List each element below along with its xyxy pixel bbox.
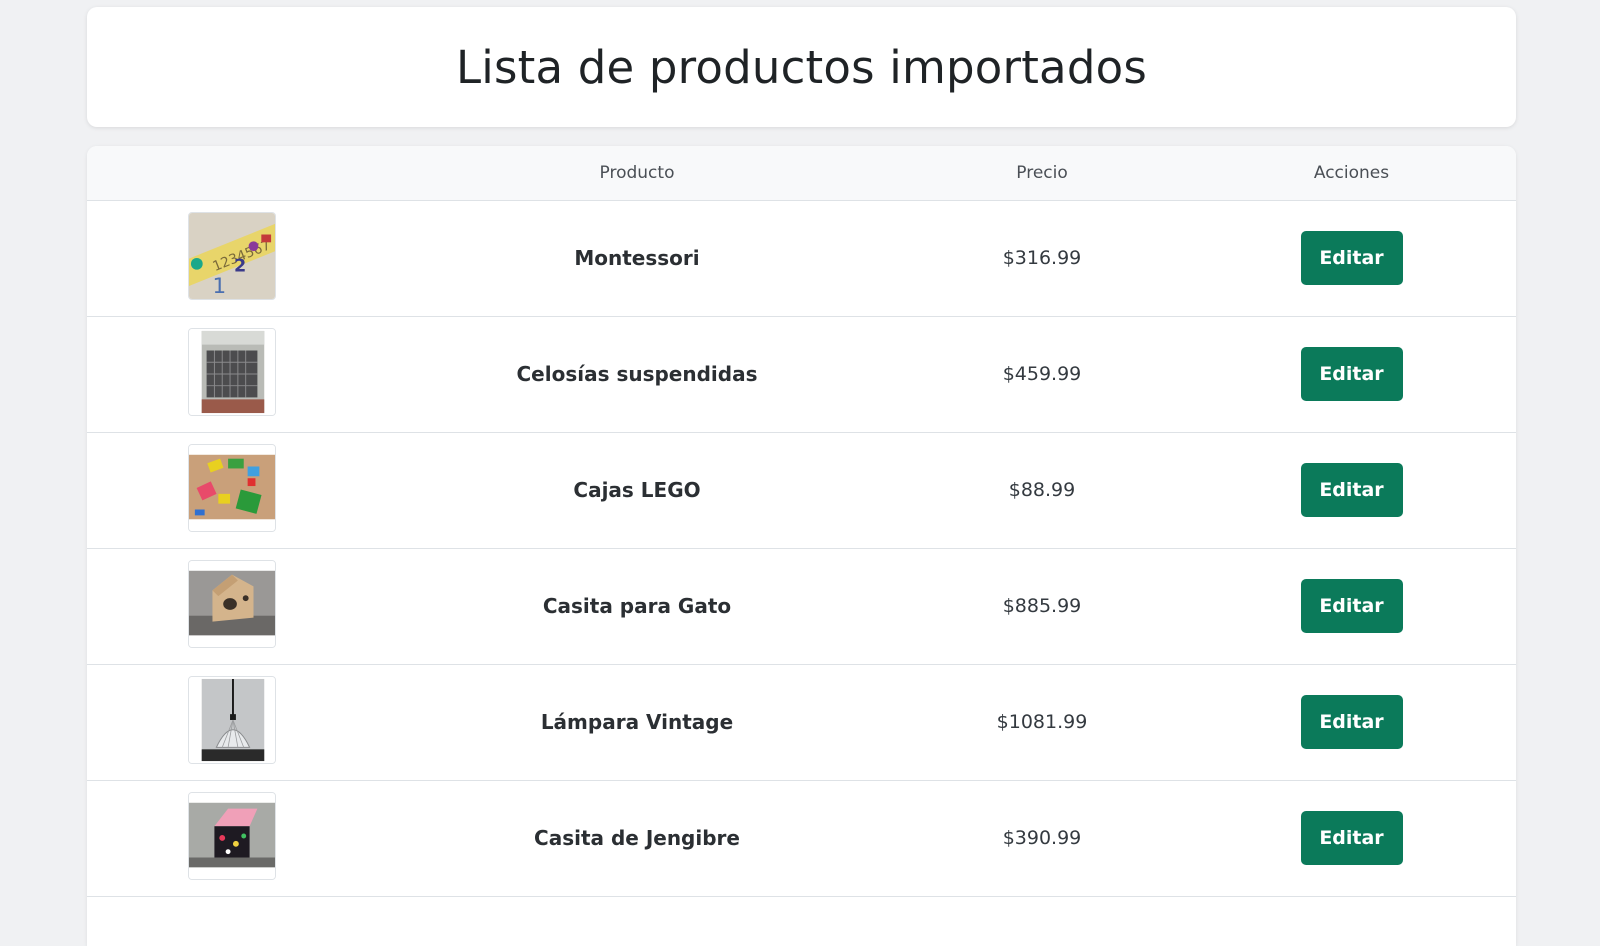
product-image-cell: 1234567 2 1 <box>87 200 377 317</box>
edit-button[interactable]: Editar <box>1300 579 1403 633</box>
product-price: $88.99 <box>1008 479 1076 501</box>
table-row: Casita de Jengibre $390.99 Editar <box>87 780 1516 897</box>
product-image-cell <box>87 780 377 897</box>
product-name: Casita de Jengibre <box>534 826 740 850</box>
table-row: Lámpara Vintage $1081.99 Editar <box>87 664 1516 781</box>
product-actions-cell: Editar <box>1187 548 1516 665</box>
header-product: Producto <box>377 146 897 201</box>
product-actions-cell: Editar <box>1187 200 1516 317</box>
gingerbread-house-image <box>188 792 276 880</box>
header-price: Precio <box>897 146 1187 201</box>
product-actions-cell: Editar <box>1187 664 1516 781</box>
montessori-numbers-image: 1234567 2 1 <box>188 212 276 300</box>
edit-button[interactable]: Editar <box>1300 463 1403 517</box>
product-name: Lámpara Vintage <box>540 710 734 734</box>
product-actions-cell: Editar <box>1187 316 1516 433</box>
edit-button[interactable]: Editar <box>1300 231 1403 285</box>
edit-button[interactable]: Editar <box>1300 695 1403 749</box>
product-image-cell <box>87 548 377 665</box>
product-name-cell: Montessori <box>377 200 897 317</box>
product-actions-cell: Editar <box>1187 780 1516 897</box>
product-name-cell: Lámpara Vintage <box>377 664 897 781</box>
table-body: 1234567 2 1 Montessori $316.99 Editar Ce… <box>87 200 1516 897</box>
product-price-cell: $390.99 <box>897 780 1187 897</box>
product-price: $885.99 <box>1002 595 1082 617</box>
product-price-cell: $1081.99 <box>897 664 1187 781</box>
product-price: $459.99 <box>1002 363 1082 385</box>
product-actions-cell: Editar <box>1187 432 1516 549</box>
table-header: Producto Precio Acciones <box>87 146 1516 201</box>
table-row: Casita para Gato $885.99 Editar <box>87 548 1516 665</box>
table-row: Cajas LEGO $88.99 Editar <box>87 432 1516 549</box>
product-image-cell <box>87 316 377 433</box>
product-name-cell: Cajas LEGO <box>377 432 897 549</box>
header-actions: Acciones <box>1187 146 1516 201</box>
product-name-cell: Celosías suspendidas <box>377 316 897 433</box>
products-table: Producto Precio Acciones 1234567 2 1 Mon… <box>87 146 1516 897</box>
product-price: $316.99 <box>1002 247 1082 269</box>
product-image-cell <box>87 432 377 549</box>
table-row: Celosías suspendidas $459.99 Editar <box>87 316 1516 433</box>
svg-text:2: 2 <box>234 257 246 277</box>
lego-boxes-image <box>188 444 276 532</box>
cat-house-image <box>188 560 276 648</box>
svg-text:1: 1 <box>212 274 226 299</box>
edit-button[interactable]: Editar <box>1300 811 1403 865</box>
vintage-lamp-image <box>188 676 276 764</box>
product-price-cell: $316.99 <box>897 200 1187 317</box>
edit-button[interactable]: Editar <box>1300 347 1403 401</box>
product-name-cell: Casita para Gato <box>377 548 897 665</box>
product-name-cell: Casita de Jengibre <box>377 780 897 897</box>
product-name: Cajas LEGO <box>573 478 701 502</box>
product-price-cell: $88.99 <box>897 432 1187 549</box>
product-price: $1081.99 <box>996 711 1088 733</box>
page-title: Lista de productos importados <box>456 40 1147 94</box>
product-image-cell <box>87 664 377 781</box>
product-name: Casita para Gato <box>542 594 732 618</box>
table-row: 1234567 2 1 Montessori $316.99 Editar <box>87 200 1516 317</box>
product-name: Celosías suspendidas <box>516 362 758 386</box>
product-price-cell: $885.99 <box>897 548 1187 665</box>
header-image <box>87 146 377 201</box>
table-header-row: Producto Precio Acciones <box>87 146 1516 201</box>
product-name: Montessori <box>574 246 700 270</box>
page-header: Lista de productos importados <box>87 7 1516 127</box>
products-table-card: Producto Precio Acciones 1234567 2 1 Mon… <box>87 146 1516 946</box>
product-price-cell: $459.99 <box>897 316 1187 433</box>
hanging-lattice-image <box>188 328 276 416</box>
product-price: $390.99 <box>1002 827 1082 849</box>
